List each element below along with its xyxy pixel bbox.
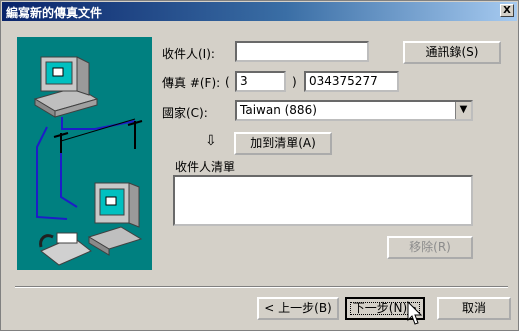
- close-button[interactable]: X: [500, 4, 514, 17]
- footer-separator: [15, 286, 508, 288]
- title-bar[interactable]: 編寫新的傳真文件 X: [2, 2, 517, 21]
- top-computer-icon: [33, 56, 99, 118]
- back-button[interactable]: < 上一步(B): [257, 297, 339, 320]
- country-select[interactable]: Taiwan (886) ▼: [235, 100, 473, 121]
- area-open-paren: (: [225, 75, 230, 89]
- recipient-listbox[interactable]: [173, 175, 473, 226]
- dropdown-arrow-icon[interactable]: ▼: [455, 102, 471, 119]
- arrow-down-icon: ⇩: [205, 133, 217, 149]
- fax-number-input[interactable]: 034375277: [304, 71, 399, 92]
- remove-button[interactable]: 移除(R): [387, 236, 473, 259]
- area-close-paren: ): [292, 75, 297, 89]
- address-book-button[interactable]: 通訊錄(S): [403, 41, 501, 64]
- mouse-pointer-icon: [407, 301, 423, 325]
- fax-machine-icon: [39, 232, 92, 266]
- recipient-list-label: 收件人清單: [175, 160, 236, 174]
- area-code-input[interactable]: 3: [235, 71, 286, 92]
- compose-fax-dialog: 編寫新的傳真文件 X 收件人(I): 通訊錄(S) 傳真 #(F): (3)…: [0, 0, 519, 331]
- window-title: 編寫新的傳真文件: [6, 6, 103, 20]
- country-select-value: Taiwan (886): [240, 103, 317, 117]
- country-label: 國家(C):: [162, 106, 208, 120]
- fax-illustration: [17, 37, 152, 270]
- network-illustration-icon: [33, 56, 143, 266]
- add-to-list-button[interactable]: 加到清單(A): [234, 132, 332, 155]
- bottom-computer-icon: [87, 182, 143, 256]
- cancel-button[interactable]: 取消: [437, 297, 511, 320]
- recipient-input[interactable]: [235, 41, 369, 62]
- recipient-label: 收件人(I):: [162, 47, 215, 61]
- fax-number-label: 傳真 #(F):: [162, 76, 221, 90]
